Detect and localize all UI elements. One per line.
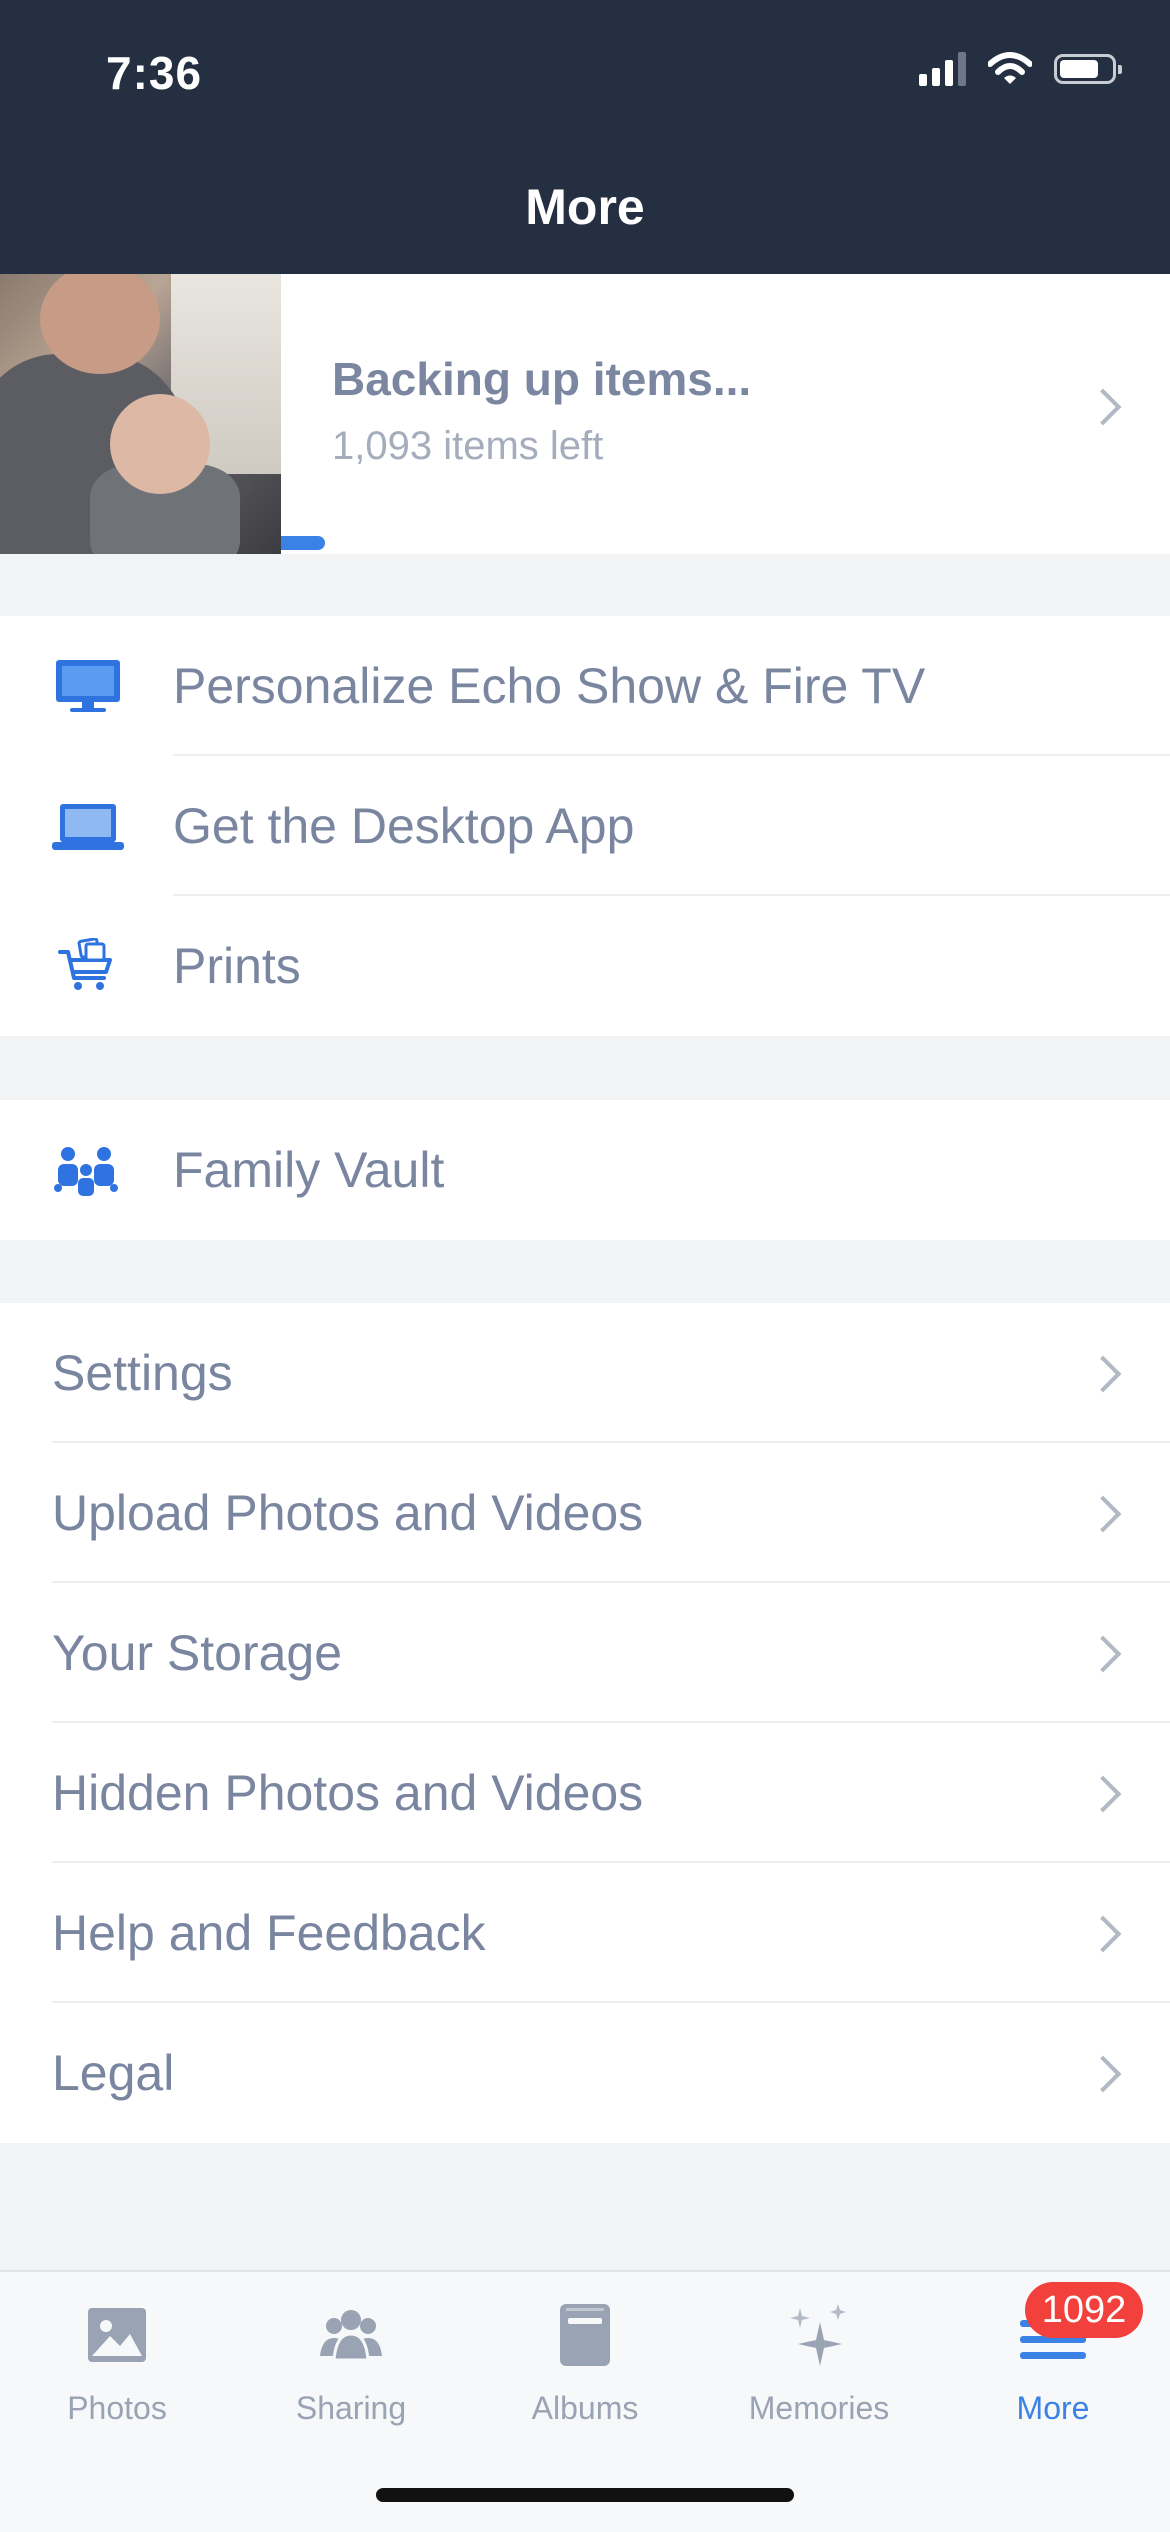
menu-item-label: Hidden Photos and Videos [52,1765,644,1821]
chevron-right-icon [1084,1775,1122,1813]
notification-badge: 1092 [1025,2282,1143,2338]
backup-title: Backing up items... [332,353,752,405]
menu-item-label: Family Vault [173,1142,445,1198]
monitor-icon [56,660,120,712]
menu-item-desktop-app[interactable]: Get the Desktop App [0,756,1170,896]
menu-item-label: Legal [52,2045,175,2101]
people-icon [320,2310,382,2362]
tab-memories[interactable]: Memories [702,2272,936,2452]
menu-item-label: Help and Feedback [52,1905,486,1961]
photo-icon [88,2308,146,2362]
app-header: 7:36 More [0,0,1170,274]
battery-icon [1054,54,1122,84]
backup-items-left: 1,093 items left [332,424,604,468]
tab-photos[interactable]: Photos [0,2272,234,2452]
home-indicator [376,2488,794,2502]
menu-item-upload[interactable]: Upload Photos and Videos [0,1443,1170,1583]
menu-item-help[interactable]: Help and Feedback [0,1863,1170,2003]
backup-status-card[interactable]: Backing up items... 1,093 items left [0,274,1170,554]
chevron-right-icon [1084,2055,1122,2093]
family-section: Family Vault [0,1100,1170,1240]
tab-label: Sharing [295,2390,407,2426]
wifi-icon [988,52,1032,84]
tab-sharing[interactable]: Sharing [234,2272,468,2452]
status-icons [919,52,1122,86]
backup-thumbnail [0,274,281,554]
menu-item-label: Prints [173,938,301,994]
menu-item-settings[interactable]: Settings [0,1303,1170,1443]
cart-photo-icon [58,938,112,990]
menu-item-label: Settings [52,1345,233,1401]
menu-item-legal[interactable]: Legal [0,2003,1170,2143]
settings-section: Settings Upload Photos and Videos Your S… [0,1303,1170,2143]
tab-label: Albums [531,2390,639,2426]
menu-item-label: Upload Photos and Videos [52,1485,644,1541]
status-time: 7:36 [106,47,203,99]
chevron-right-icon [1084,388,1122,426]
sparkle-icon [790,2304,846,2366]
menu-item-prints[interactable]: Prints [0,896,1170,1036]
chevron-right-icon [1084,1915,1122,1953]
devices-section: Personalize Echo Show & Fire TV Get the … [0,616,1170,1036]
tab-label: Photos [67,2390,167,2426]
menu-item-storage[interactable]: Your Storage [0,1583,1170,1723]
menu-item-family-vault[interactable]: Family Vault [0,1100,1170,1240]
backup-progress-bar [281,536,325,550]
page-title: More [525,179,645,235]
menu-item-label: Get the Desktop App [173,798,635,854]
menu-item-echo-show[interactable]: Personalize Echo Show & Fire TV [0,616,1170,756]
chevron-right-icon [1084,1635,1122,1673]
laptop-icon [52,804,124,850]
album-icon [560,2304,610,2366]
menu-item-hidden[interactable]: Hidden Photos and Videos [0,1723,1170,1863]
family-icon [54,1147,118,1196]
menu-item-label: Your Storage [52,1625,343,1681]
tab-label: More [1016,2390,1090,2426]
chevron-right-icon [1084,1495,1122,1533]
menu-item-label: Personalize Echo Show & Fire TV [173,658,926,714]
cellular-signal-icon [919,52,966,86]
tab-label: Memories [748,2390,890,2426]
chevron-right-icon [1084,1355,1122,1393]
tab-albums[interactable]: Albums [468,2272,702,2452]
